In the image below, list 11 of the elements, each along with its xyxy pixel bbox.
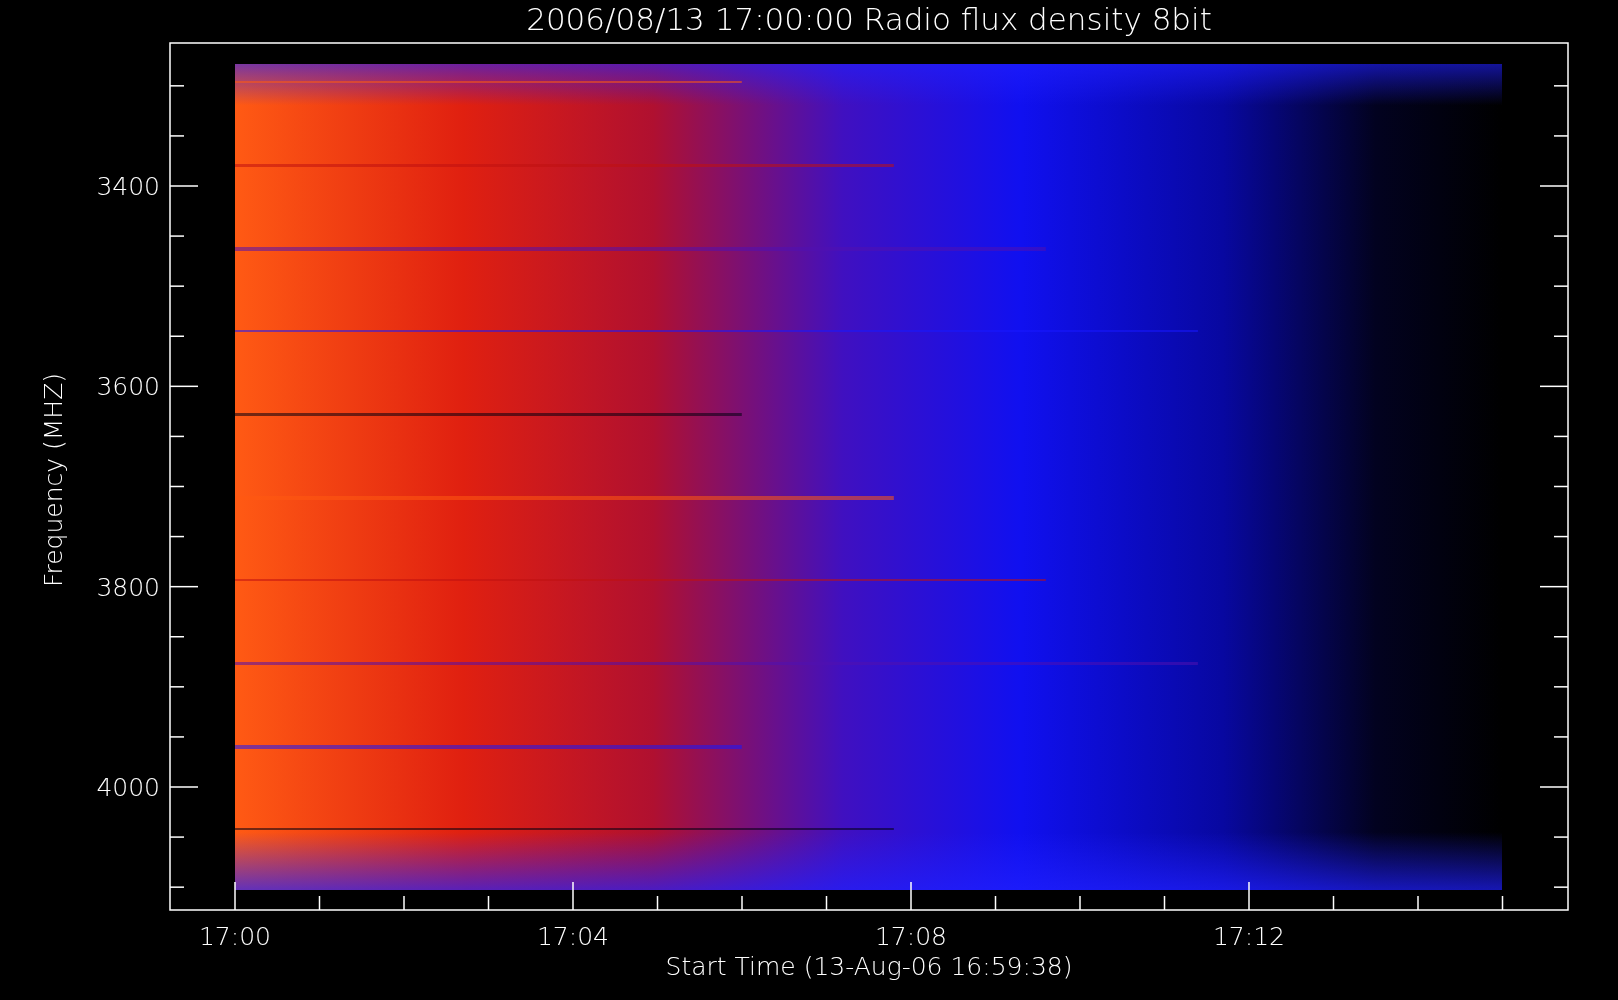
x-axis-label: Start Time (13-Aug-06 16:59:38) [665, 952, 1073, 981]
y-axis-label: Frequency (MHZ) [39, 372, 68, 588]
x-tick-label: 17:04 [537, 922, 609, 951]
x-tick-label: 17:08 [875, 922, 947, 951]
y-tick-label: 3400 [96, 172, 160, 201]
x-tick-label: 17:00 [199, 922, 271, 951]
y-tick-label: 3600 [96, 372, 160, 402]
y-tick-label: 4000 [96, 773, 160, 802]
x-tick-label: 17:12 [1213, 922, 1285, 951]
y-tick-label: 3800 [96, 572, 160, 602]
chart-title: 2006/08/13 17:00:00 Radio flux density 8bit [526, 1, 1212, 37]
